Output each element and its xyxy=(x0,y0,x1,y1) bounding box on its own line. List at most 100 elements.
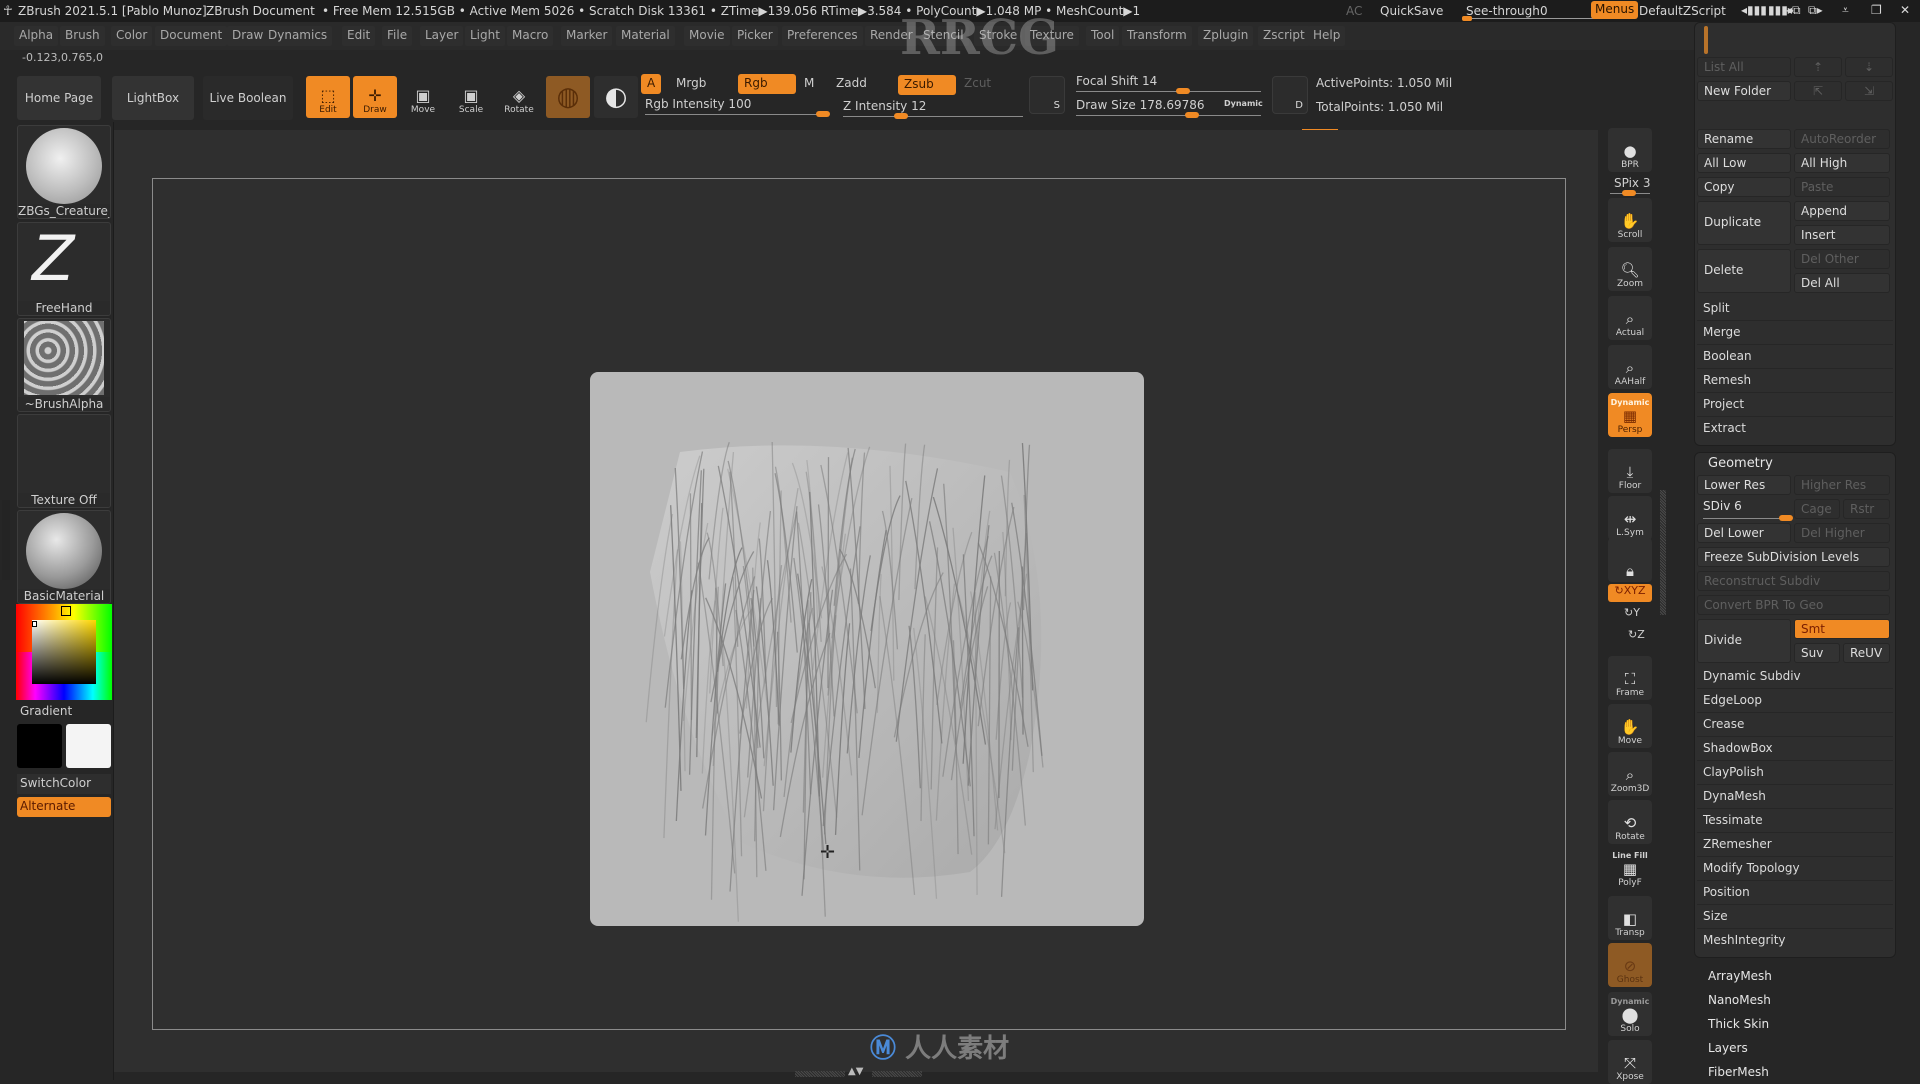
alpha-selector[interactable]: ~BrushAlpha xyxy=(17,318,111,412)
dynamic-subdiv-section[interactable]: Dynamic Subdiv xyxy=(1697,665,1893,689)
move-button[interactable]: ▣Move xyxy=(401,76,445,118)
menu-material[interactable]: Material xyxy=(616,26,675,46)
menu-document[interactable]: Document xyxy=(155,26,227,46)
rotate-button[interactable]: ◈Rotate xyxy=(497,76,541,118)
polyframe-button[interactable]: Line Fill ▦ PolyF xyxy=(1608,846,1652,890)
z-intensity-slider[interactable] xyxy=(843,116,1023,117)
menu-color[interactable]: Color xyxy=(111,26,152,46)
bottom-tray-handle-right[interactable] xyxy=(872,1071,922,1077)
delete-button[interactable]: Delete xyxy=(1697,249,1791,293)
spix-knob[interactable] xyxy=(1622,190,1636,196)
menu-zscript[interactable]: Zscript xyxy=(1258,26,1310,46)
mrgb-toggle[interactable]: Mrgb xyxy=(670,74,712,94)
convert-bpr-button[interactable]: Convert BPR To Geo xyxy=(1697,595,1890,615)
reuv-toggle[interactable]: ReUV xyxy=(1843,643,1890,663)
insert-button[interactable]: Insert xyxy=(1794,225,1890,245)
append-button[interactable]: Append xyxy=(1794,201,1890,221)
right-tray-scrollbar[interactable] xyxy=(1660,490,1666,615)
lower-res-button[interactable]: Lower Res xyxy=(1697,475,1791,495)
sdiv-slider[interactable] xyxy=(1703,518,1789,519)
freeze-subdivision-button[interactable]: Freeze SubDivision Levels xyxy=(1697,547,1890,567)
spotlight-button[interactable]: ◐ xyxy=(594,76,638,118)
bottom-tray-toggle-icon[interactable]: ▲▼ xyxy=(848,1066,863,1077)
divide-button[interactable]: Divide xyxy=(1697,619,1791,663)
zoom-button[interactable]: 🔍︎Zoom xyxy=(1608,247,1652,291)
alternate-button[interactable]: Alternate xyxy=(17,797,111,817)
menu-picker[interactable]: Picker xyxy=(732,26,778,46)
menu-movie[interactable]: Movie xyxy=(684,26,730,46)
move-down-icon[interactable]: ⇣ xyxy=(1845,57,1893,77)
focal-shift-slider[interactable] xyxy=(1076,91,1261,92)
lightbox-button[interactable]: LightBox xyxy=(112,76,194,120)
rgb-intensity-slider[interactable] xyxy=(645,114,825,115)
menu-file[interactable]: File xyxy=(382,26,412,46)
rstr-button[interactable]: Rstr xyxy=(1843,499,1890,519)
project-section[interactable]: Project xyxy=(1697,393,1893,417)
menu-tool[interactable]: Tool xyxy=(1086,26,1119,46)
rotate-3d-button[interactable]: ⟲Rotate xyxy=(1608,800,1652,844)
smt-toggle[interactable]: Smt xyxy=(1794,619,1890,639)
duplicate-button[interactable]: Duplicate xyxy=(1697,201,1791,245)
del-higher-button[interactable]: Del Higher xyxy=(1794,523,1890,543)
merge-section[interactable]: Merge xyxy=(1697,321,1893,345)
doc-next-icon[interactable]: ⧉▸ xyxy=(1808,3,1823,18)
rotate-z-toggle[interactable]: ↻Z xyxy=(1628,628,1645,641)
menu-transform[interactable]: Transform xyxy=(1122,26,1192,46)
insert-below-icon[interactable]: ⇲ xyxy=(1845,81,1893,101)
zoom3d-button[interactable]: ⌕Zoom3D xyxy=(1608,752,1652,796)
color-marker[interactable] xyxy=(32,621,37,627)
left-tray-handle[interactable] xyxy=(2,500,10,580)
material-sphere-button[interactable]: ◍ xyxy=(546,76,590,118)
close-icon[interactable]: ✕ xyxy=(1900,3,1910,17)
remesh-section[interactable]: Remesh xyxy=(1697,369,1893,393)
nanomesh-section[interactable]: NanoMesh xyxy=(1708,993,1771,1007)
dynamesh-section[interactable]: DynaMesh xyxy=(1697,785,1893,809)
auto-reorder-button[interactable]: AutoReorder xyxy=(1794,129,1890,149)
menu-preferences[interactable]: Preferences xyxy=(782,26,863,46)
layers-section[interactable]: Layers xyxy=(1708,1041,1748,1055)
list-all-button[interactable]: List All xyxy=(1697,57,1791,77)
frame-button[interactable]: ⛶Frame xyxy=(1608,656,1652,700)
switch-color-button[interactable]: SwitchColor xyxy=(17,774,111,794)
default-zscript-button[interactable]: DefaultZScript xyxy=(1639,4,1726,18)
boolean-section[interactable]: Boolean xyxy=(1697,345,1893,369)
live-boolean-button[interactable]: Live Boolean xyxy=(203,76,293,120)
gradient-toggle[interactable]: Gradient xyxy=(17,702,111,722)
rgb-intensity-knob[interactable] xyxy=(816,111,830,117)
main-color-swatch[interactable] xyxy=(17,724,62,768)
move-3d-button[interactable]: ✋Move xyxy=(1608,704,1652,748)
menu-alpha[interactable]: Alpha xyxy=(14,26,58,46)
all-high-button[interactable]: All High xyxy=(1794,153,1890,173)
floor-button[interactable]: ⤓Floor xyxy=(1608,449,1652,493)
menu-layer[interactable]: Layer xyxy=(420,26,463,46)
xpose-button[interactable]: ⤧Xpose xyxy=(1608,1040,1652,1084)
thick-skin-section[interactable]: Thick Skin xyxy=(1708,1017,1769,1031)
suv-toggle[interactable]: Suv xyxy=(1794,643,1840,663)
persp-button[interactable]: Dynamic ▦ Persp xyxy=(1608,393,1652,437)
draw-size-knob[interactable] xyxy=(1185,112,1199,118)
see-through-slider[interactable] xyxy=(1464,18,1598,19)
lazy-mouse-s-button[interactable]: S xyxy=(1029,76,1065,114)
sdiv-knob[interactable] xyxy=(1779,515,1793,521)
draw-size-slider[interactable] xyxy=(1076,115,1261,116)
position-section[interactable]: Position xyxy=(1697,881,1893,905)
claypolish-section[interactable]: ClayPolish xyxy=(1697,761,1893,785)
zcut-toggle[interactable]: Zcut xyxy=(958,74,997,94)
move-up-icon[interactable]: ⇡ xyxy=(1794,57,1842,77)
sculpted-fur-plane[interactable]: ✛ xyxy=(590,372,1144,926)
meshintegrity-section[interactable]: MeshIntegrity xyxy=(1697,929,1893,953)
m-toggle[interactable]: M xyxy=(798,74,820,94)
quicksave-button[interactable]: QuickSave xyxy=(1380,4,1443,18)
arraymesh-section[interactable]: ArrayMesh xyxy=(1708,969,1772,983)
stroke-selector[interactable]: Z FreeHand xyxy=(17,222,111,316)
split-section[interactable]: Split xyxy=(1697,297,1893,321)
ac-button[interactable]: AC xyxy=(1346,4,1362,18)
scale-button[interactable]: ▣Scale xyxy=(449,76,493,118)
restore-icon[interactable]: ❐ xyxy=(1871,3,1882,17)
secondary-color-swatch[interactable] xyxy=(66,724,111,768)
ghost-button[interactable]: ⊘Ghost xyxy=(1608,943,1652,987)
see-through-slider-knob[interactable] xyxy=(1462,16,1472,21)
bpr-button[interactable]: ●BPR xyxy=(1608,128,1652,172)
rename-button[interactable]: Rename xyxy=(1697,129,1791,149)
menu-edit[interactable]: Edit xyxy=(342,26,375,46)
